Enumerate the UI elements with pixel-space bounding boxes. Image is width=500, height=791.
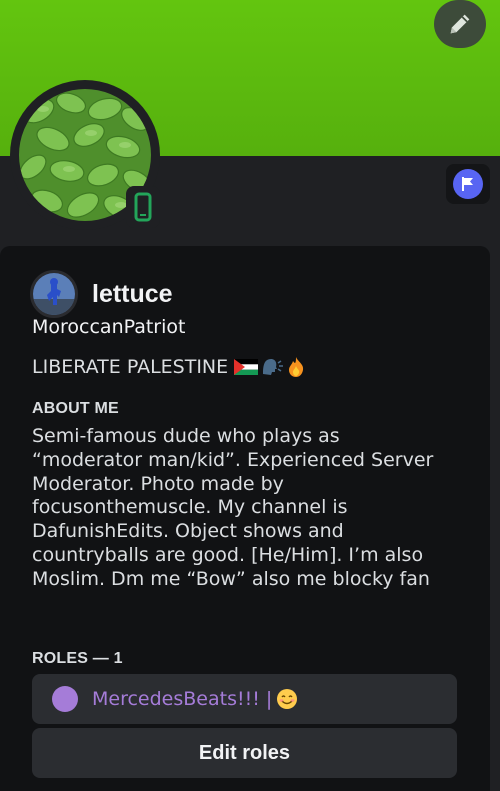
smiling-face-icon — [277, 689, 298, 709]
badge-background — [453, 169, 483, 199]
role-separator: | — [265, 688, 273, 710]
profile-badge[interactable] — [446, 164, 490, 204]
fire-icon — [289, 357, 304, 377]
palestine-flag-icon — [234, 359, 259, 375]
roles-heading: ROLES — 1 — [32, 650, 123, 667]
server-avatar-image — [33, 273, 75, 315]
role-color-dot — [52, 686, 78, 712]
custom-status-text: LIBERATE PALESTINE — [32, 356, 229, 378]
mobile-phone-icon — [134, 192, 152, 222]
profile-popout: lettuce MoroccanPatriot LIBERATE PALESTI… — [0, 0, 500, 791]
edit-roles-button[interactable]: Edit roles — [32, 728, 457, 778]
server-identity: lettuce — [30, 270, 173, 318]
status-emojis — [234, 356, 306, 378]
about-me-heading: ABOUT ME — [32, 400, 119, 417]
pencil-icon — [450, 14, 470, 34]
username: MoroccanPatriot — [32, 316, 186, 338]
role-item[interactable]: MercedesBeats!!! | — [32, 674, 457, 724]
edit-profile-button[interactable] — [434, 0, 486, 48]
role-name: MercedesBeats!!! — [92, 688, 260, 710]
display-name: lettuce — [92, 279, 173, 308]
speaking-head-icon — [263, 359, 284, 375]
flag-icon — [462, 177, 473, 191]
about-me-text: Semi-famous dude who plays as “moderator… — [32, 425, 434, 590]
server-avatar[interactable] — [30, 270, 78, 318]
status-indicator — [126, 186, 160, 228]
custom-status: LIBERATE PALESTINE — [32, 356, 306, 378]
